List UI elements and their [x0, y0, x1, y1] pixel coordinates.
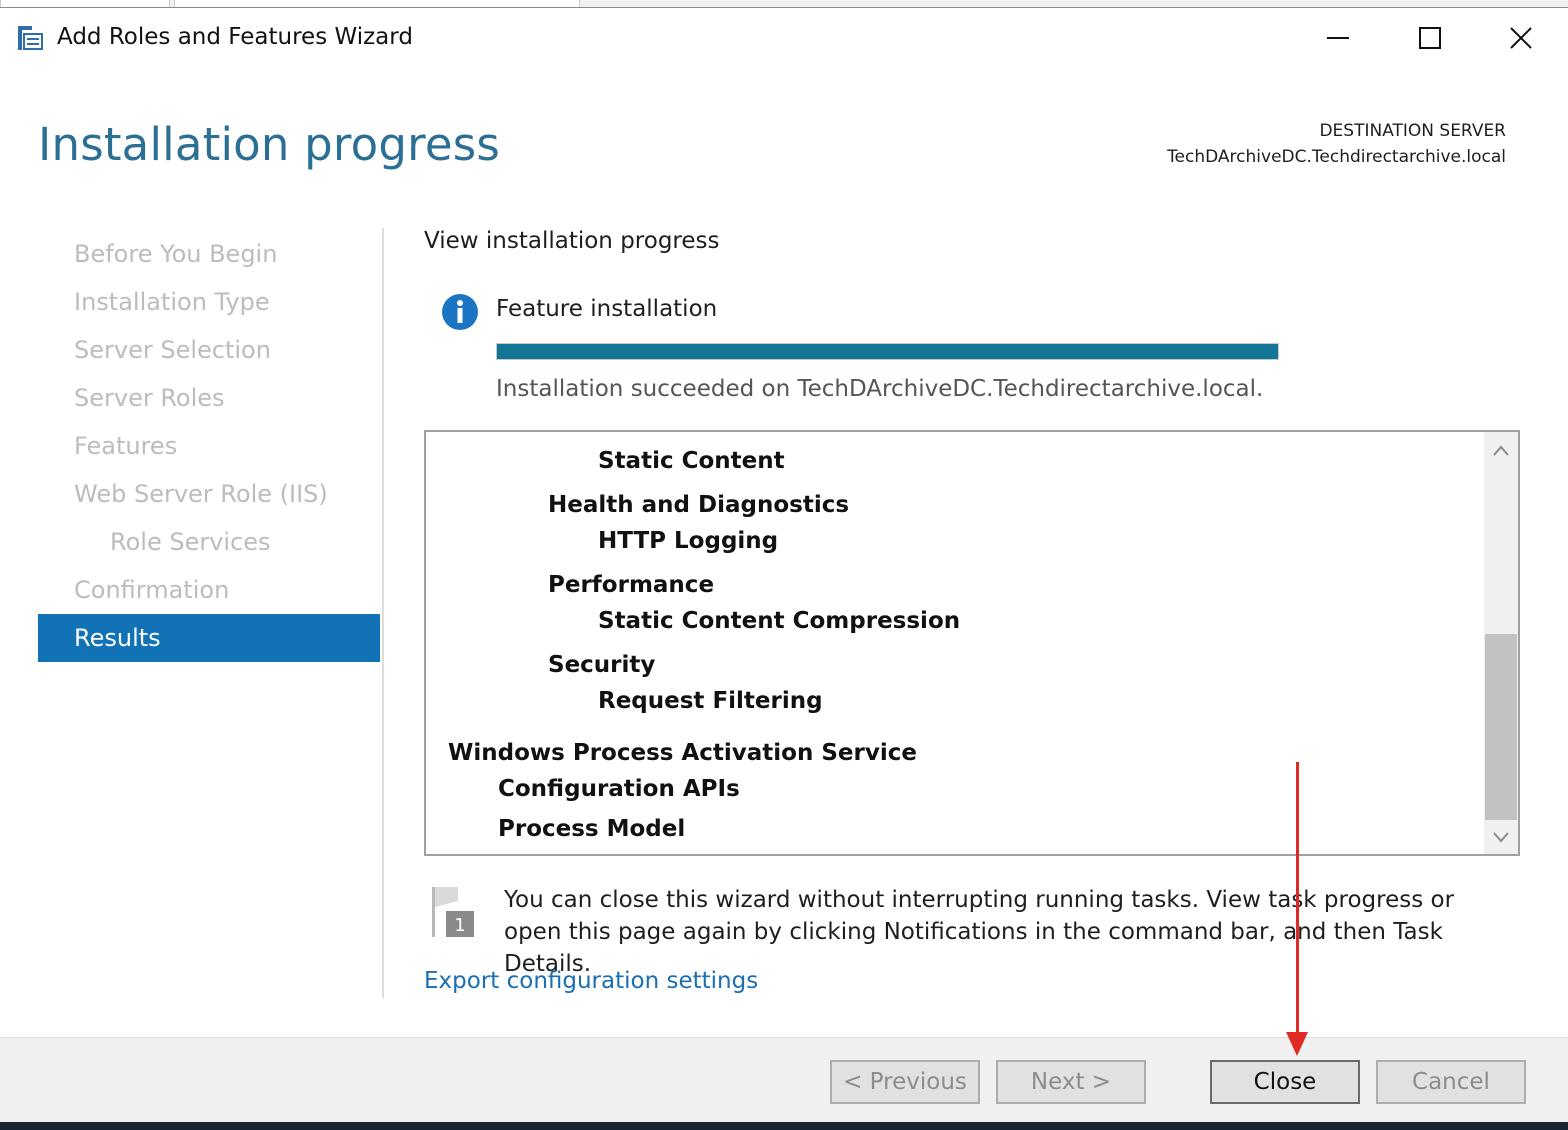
list-item: Windows Process Activation Service — [448, 740, 917, 766]
previous-button[interactable]: < Previous — [830, 1060, 980, 1104]
nav-item-confirmation[interactable]: Confirmation — [38, 566, 380, 614]
list-item: Static Content — [598, 448, 785, 474]
nav-item-features[interactable]: Features — [38, 422, 380, 470]
title-bar: Add Roles and Features Wizard — [0, 8, 1568, 68]
export-configuration-link[interactable]: Export configuration settings — [424, 968, 758, 994]
results-scrollbar[interactable] — [1484, 432, 1518, 854]
nav-item-results[interactable]: Results — [38, 614, 380, 662]
notification-flag-icon: 1 — [432, 887, 474, 937]
server-wizard-icon — [18, 26, 43, 50]
page-title: Installation progress — [38, 118, 501, 171]
nav-item-server-selection[interactable]: Server Selection — [38, 326, 380, 374]
list-item: Static Content Compression — [598, 608, 961, 634]
list-item: HTTP Logging — [598, 528, 779, 554]
annotation-arrow-head — [1286, 1032, 1308, 1056]
list-item: Process Model — [498, 816, 686, 842]
installation-progress-bar — [496, 343, 1279, 360]
feature-installation-label: Feature installation — [496, 296, 718, 322]
list-item: Configuration APIs — [498, 776, 740, 802]
chevron-up-icon[interactable] — [1492, 442, 1510, 460]
window-close-button[interactable] — [1475, 8, 1567, 68]
destination-server-name: TechDArchiveDC.Techdirectarchive.local — [1167, 147, 1506, 167]
nav-item-server-roles[interactable]: Server Roles — [38, 374, 380, 422]
maximize-icon — [1419, 27, 1441, 49]
scrollbar-thumb[interactable] — [1485, 634, 1517, 820]
close-wizard-note: You can close this wizard without interr… — [504, 887, 1455, 977]
annotation-arrow-line — [1296, 762, 1299, 1038]
nav-item-installation-type[interactable]: Installation Type — [38, 278, 380, 326]
background-tab-right — [174, 0, 580, 7]
list-item: Performance — [548, 572, 715, 598]
nav-divider — [382, 228, 384, 998]
notification-badge: 1 — [454, 915, 465, 936]
close-icon — [1510, 27, 1532, 49]
background-tab-left — [0, 0, 170, 7]
list-item: Health and Diagnostics — [548, 492, 850, 518]
minimize-button[interactable] — [1292, 8, 1384, 68]
cancel-button[interactable]: Cancel — [1376, 1060, 1526, 1104]
info-icon — [442, 294, 478, 330]
section-heading: View installation progress — [424, 228, 720, 254]
wizard-nav: Before You Begin Installation Type Serve… — [38, 230, 380, 662]
list-item: Security — [548, 652, 656, 678]
list-item: Request Filtering — [598, 688, 823, 714]
maximize-button[interactable] — [1384, 8, 1476, 68]
installation-status-text: Installation succeeded on TechDArchiveDC… — [496, 376, 1264, 402]
progress-bar-fill — [497, 344, 1278, 359]
chevron-down-icon[interactable] — [1492, 828, 1510, 846]
destination-server-label: DESTINATION SERVER — [1319, 121, 1506, 141]
close-button[interactable]: Close — [1210, 1060, 1360, 1104]
nav-item-role-services[interactable]: Role Services — [38, 518, 380, 566]
next-button[interactable]: Next > — [996, 1060, 1146, 1104]
nav-item-web-server-role[interactable]: Web Server Role (IIS) — [38, 470, 380, 518]
installation-results-list[interactable]: Static Content Health and Diagnostics HT… — [424, 430, 1520, 856]
minimize-icon — [1327, 37, 1349, 39]
nav-item-before-you-begin[interactable]: Before You Begin — [38, 230, 380, 278]
desktop-edge — [0, 1122, 1568, 1130]
window-title: Add Roles and Features Wizard — [57, 24, 413, 50]
